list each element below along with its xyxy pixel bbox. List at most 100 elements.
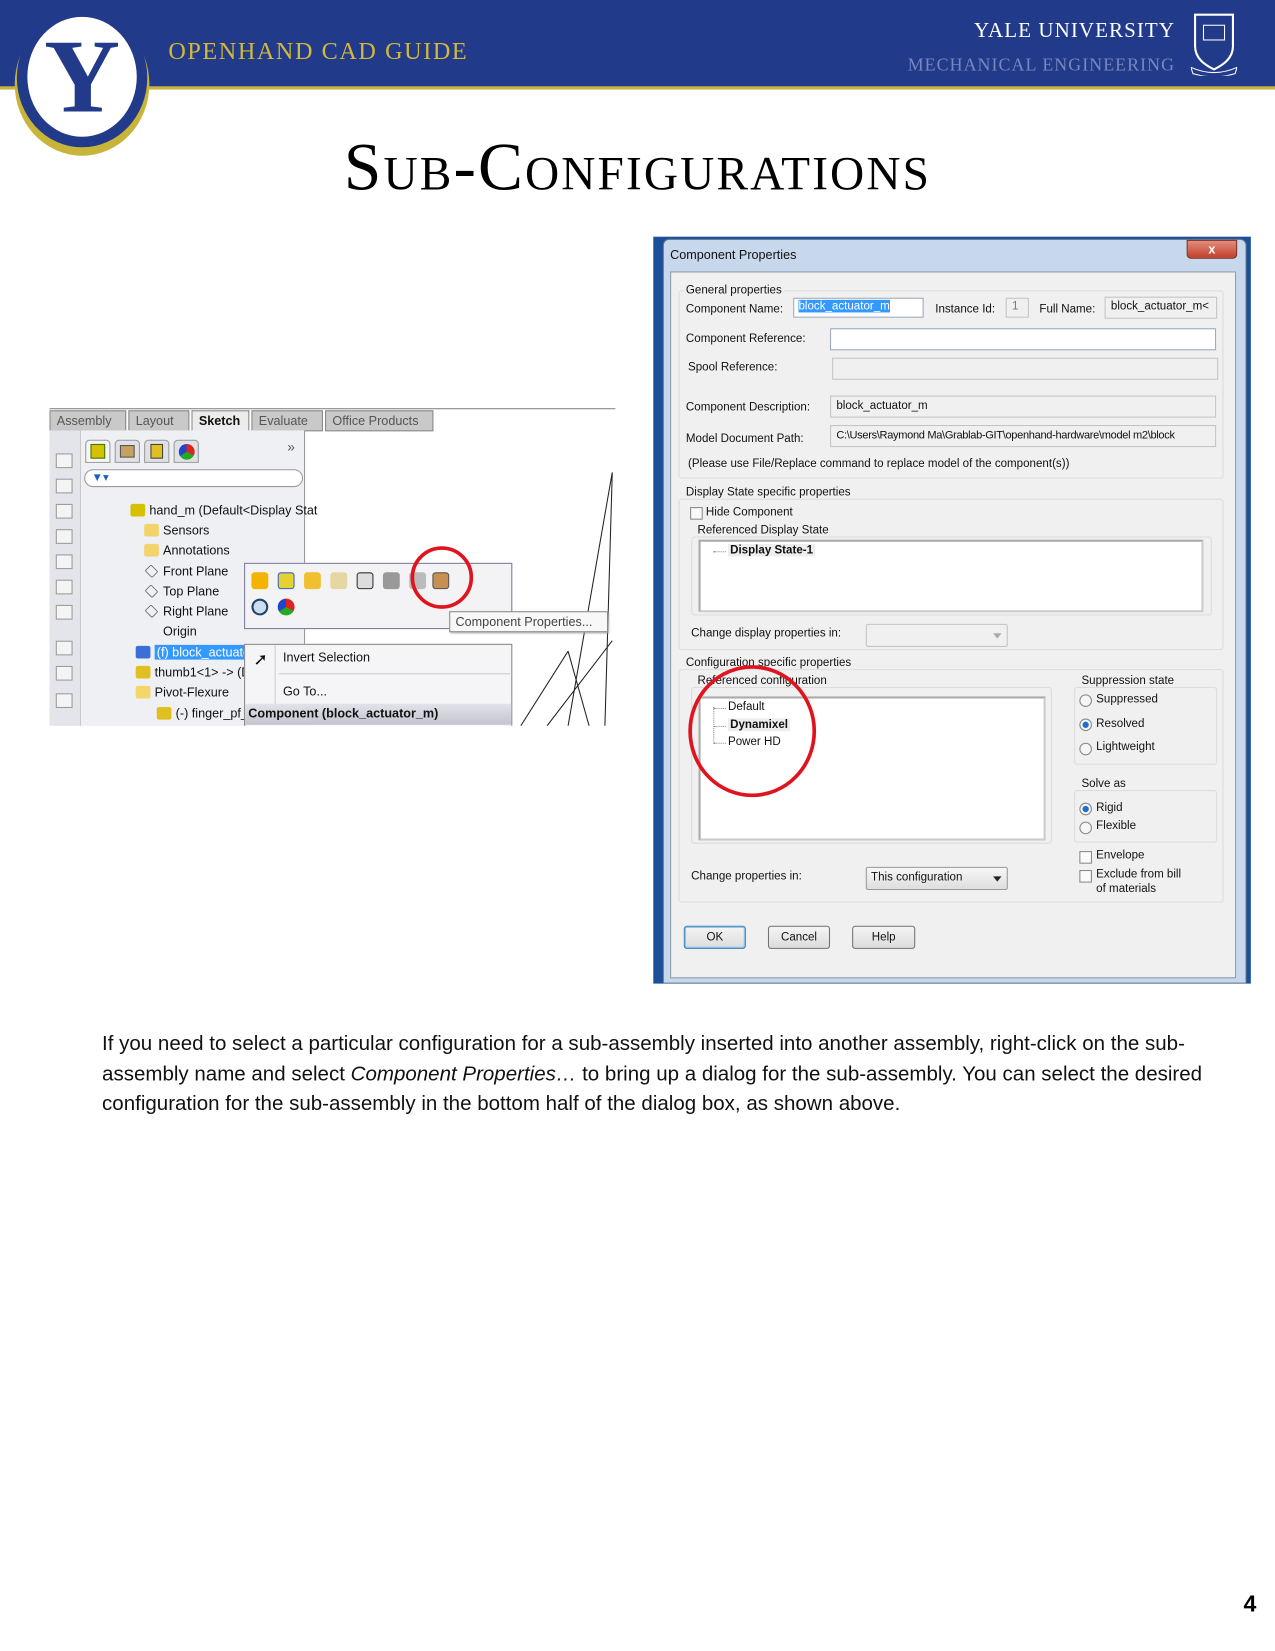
- menu-header: Component (block_actuator_m): [245, 703, 512, 725]
- guide-title: OPENHAND CAD GUIDE: [168, 37, 469, 65]
- component-reference-input[interactable]: [830, 328, 1217, 351]
- lightweight-label: Lightweight: [1096, 740, 1155, 754]
- tree-item[interactable]: (f) block_actuato: [135, 643, 253, 662]
- group-label: Display State specific properties: [683, 486, 853, 499]
- tree-item[interactable]: Right Plane: [144, 602, 228, 621]
- rigid-radio[interactable]: [1079, 802, 1092, 816]
- tree-item[interactable]: (-) finger_pf_: [156, 704, 248, 723]
- hide-component-label: Hide Component: [705, 506, 793, 519]
- display-state-list[interactable]: Display State-1: [698, 539, 1204, 613]
- menu-item-invert-selection[interactable]: Invert Selection: [283, 650, 370, 665]
- annotation-circle: [688, 665, 817, 798]
- tab-assembly[interactable]: Assembly: [49, 410, 127, 432]
- view-cube-icon[interactable]: [55, 604, 73, 620]
- yale-shield-icon: [1190, 13, 1238, 76]
- tree-item[interactable]: (-) 98381047: [157, 723, 248, 726]
- change-display-select[interactable]: [865, 623, 1008, 647]
- view-cube-icon[interactable]: [55, 554, 73, 570]
- full-name-field: block_actuator_m<: [1104, 296, 1218, 319]
- suppressed-radio[interactable]: [1079, 694, 1092, 707]
- exclude-bom-checkbox[interactable]: [1079, 870, 1092, 883]
- tree-item-label: (-) finger_pf_: [175, 705, 248, 721]
- hide-component-checkbox[interactable]: [690, 507, 703, 520]
- envelope-checkbox[interactable]: [1079, 851, 1092, 864]
- component-properties-dialog-screenshot: Component Properties x General propertie…: [653, 236, 1251, 984]
- part-icon: [135, 665, 151, 679]
- part-icon: [156, 706, 172, 720]
- tree-item-label: Right Plane: [163, 603, 229, 619]
- tree-item[interactable]: thumb1<1> -> (Def: [135, 663, 261, 682]
- change-suppression-icon[interactable]: [356, 572, 374, 590]
- tree-filter-input[interactable]: ▼▾: [84, 469, 303, 488]
- tab-sketch[interactable]: Sketch: [191, 410, 250, 432]
- configuration-manager-tab-icon[interactable]: [144, 439, 170, 463]
- component-name-input[interactable]: block_actuator_m: [793, 297, 924, 318]
- view-cube-icon[interactable]: [55, 503, 73, 519]
- hide-components-icon[interactable]: [304, 572, 321, 590]
- tree-item[interactable]: Front Plane: [144, 562, 228, 581]
- component-reference-label: Component Reference:: [685, 332, 806, 346]
- assembly-icon: [130, 503, 146, 517]
- change-display-label: Change display properties in:: [691, 626, 842, 640]
- logo-letter: Y: [44, 17, 121, 135]
- tree-item[interactable]: Origin: [144, 622, 197, 641]
- open-part-icon[interactable]: [251, 572, 269, 590]
- tree-item-label: Pivot-Flexure: [154, 684, 230, 700]
- feature-manager-tab-icon[interactable]: [85, 439, 111, 463]
- tree-item-label: Top Plane: [163, 583, 220, 599]
- menu-item-go-to[interactable]: Go To...: [283, 684, 327, 699]
- command-tabs: Assembly Layout Sketch Evaluate Office P…: [49, 408, 616, 432]
- tree-item-label: Annotations: [163, 542, 230, 558]
- tree-item[interactable]: hand_m (Default<Display Stat: [130, 501, 317, 520]
- tab-office-products[interactable]: Office Products: [325, 410, 434, 432]
- page: Y OPENHAND CAD GUIDE YALE UNIVERSITY MEC…: [0, 0, 1275, 1651]
- view-cube-icon[interactable]: [55, 529, 73, 544]
- lightweight-radio[interactable]: [1079, 742, 1092, 756]
- display-state-item[interactable]: Display State-1: [727, 543, 816, 557]
- sketch-icon[interactable]: [55, 640, 73, 656]
- view-cube-icon[interactable]: [55, 579, 73, 595]
- tree-item[interactable]: Top Plane: [144, 582, 219, 601]
- view-cube-icon[interactable]: [55, 478, 73, 494]
- chevron-down-icon: [993, 876, 1002, 882]
- dialog-title: Component Properties: [670, 247, 797, 262]
- suppressed-label: Suppressed: [1096, 693, 1158, 706]
- ok-button[interactable]: OK: [683, 925, 746, 949]
- cancel-button[interactable]: Cancel: [767, 925, 831, 949]
- component-name-value: block_actuator_m: [798, 299, 890, 313]
- close-button[interactable]: x: [1186, 239, 1238, 259]
- tree-item[interactable]: Annotations: [144, 541, 230, 560]
- display-manager-tab-icon[interactable]: [173, 439, 199, 463]
- expand-icon[interactable]: »: [287, 439, 295, 455]
- help-button[interactable]: Help: [852, 925, 916, 949]
- group-label: Suppression state: [1079, 674, 1177, 687]
- group-label: Solve as: [1079, 777, 1128, 791]
- tree-item-label: Sensors: [163, 522, 210, 538]
- tree-item[interactable]: Sensors: [144, 521, 209, 540]
- tab-layout[interactable]: Layout: [128, 410, 190, 432]
- sensors-folder-icon: [144, 523, 159, 537]
- zoom-to-selection-icon[interactable]: [251, 598, 269, 616]
- component-description-label: Component Description:: [685, 400, 811, 414]
- tree-item-label: (-) 98381047: [176, 725, 248, 726]
- smart-dimension-icon[interactable]: [55, 665, 73, 681]
- resolved-radio[interactable]: [1079, 718, 1092, 732]
- page-number: 4: [1243, 1590, 1257, 1617]
- full-name-label: Full Name:: [1039, 302, 1096, 316]
- display-icon[interactable]: [55, 693, 73, 708]
- appearance-icon[interactable]: [277, 598, 295, 616]
- edit-assembly-icon[interactable]: [277, 572, 295, 590]
- exclude-bom-label: Exclude from bill: [1096, 867, 1182, 881]
- view-cube-icon[interactable]: [55, 453, 73, 469]
- spool-reference-field: [832, 357, 1219, 380]
- model-path-field: C:\Users\Raymond Ma\Grablab-GIT\openhand…: [830, 425, 1217, 448]
- property-manager-tab-icon[interactable]: [114, 439, 140, 463]
- flexible-label: Flexible: [1096, 819, 1137, 833]
- change-properties-select[interactable]: This configuration: [865, 866, 1008, 890]
- tab-evaluate[interactable]: Evaluate: [251, 410, 323, 432]
- flexible-radio[interactable]: [1079, 821, 1092, 835]
- transparency-icon[interactable]: [330, 572, 348, 590]
- tree-item[interactable]: Pivot-Flexure: [135, 683, 230, 702]
- paperclip-icon[interactable]: [382, 572, 400, 590]
- group-label: General properties: [683, 284, 784, 297]
